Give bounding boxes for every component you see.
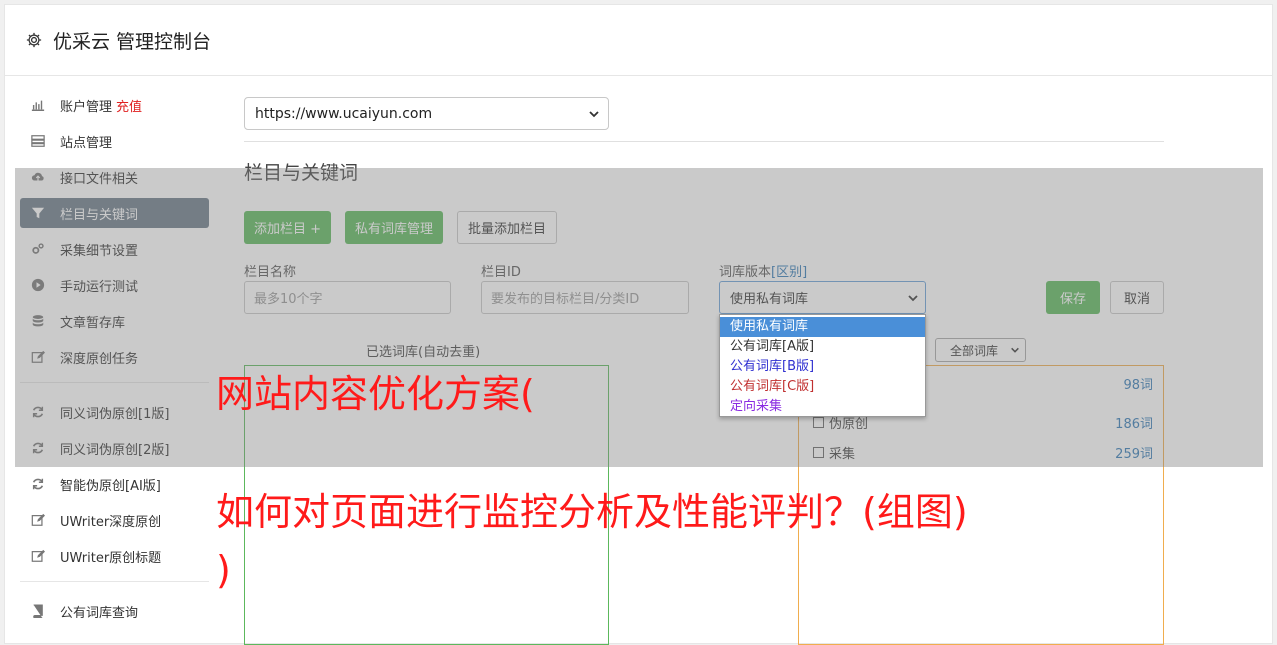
play-icon (30, 277, 46, 293)
overlay-headline-1: 网站内容优化方案( (216, 372, 535, 416)
sidebar-item-label: 手动运行测试 (60, 279, 139, 295)
chevron-down-icon (1011, 347, 1019, 353)
sidebar-item-sites[interactable]: 站点管理 (20, 126, 209, 156)
sidebar-item-label: 同义词伪原创[1版] (60, 406, 170, 422)
sidebar-item-ai-rewrite[interactable]: 智能伪原创[AI版] (20, 469, 209, 499)
word-count: 259词 (1115, 447, 1153, 462)
sidebar-item-manual-run[interactable]: 手动运行测试 (20, 270, 209, 300)
divider (244, 141, 1164, 142)
sidebar-item-label: 公有词库查询 (60, 605, 139, 621)
save-button[interactable]: 保存 (1046, 281, 1100, 314)
edit-icon (30, 512, 46, 528)
lib-diff-link[interactable]: [区别] (771, 265, 807, 280)
page-title: 优采云 管理控制台 (53, 30, 212, 53)
sidebar-item-label: 接口文件相关 (60, 171, 139, 187)
checkbox[interactable] (813, 417, 824, 428)
refresh-icon (30, 476, 46, 492)
private-lib-button[interactable]: 私有词库管理 (345, 211, 444, 244)
batch-add-button[interactable]: 批量添加栏目 (457, 211, 558, 244)
column-name-input[interactable]: 最多10个字 (244, 281, 451, 314)
edit-icon (30, 548, 46, 564)
sidebar-item-label: 账户管理 (60, 99, 113, 115)
chevron-down-icon (589, 110, 599, 117)
edit-icon (30, 349, 46, 365)
add-column-button[interactable]: 添加栏目 + (244, 211, 332, 244)
site-select-value: https://www.ucaiyun.com (255, 105, 433, 122)
column-id-label: 栏目ID (481, 265, 521, 280)
column-name-label: 栏目名称 (244, 265, 297, 280)
overlay-headline-2: 如何对页面进行监控分析及性能评判？(组图) (216, 490, 968, 534)
sidebar-item-label: 采集细节设置 (60, 243, 139, 259)
sidebar-item-deep-original[interactable]: 深度原创任务 (20, 342, 209, 372)
gear-icon (26, 32, 42, 48)
cloud-upload-icon (30, 169, 46, 185)
lib-version-label: 词库版本[区别] (719, 265, 808, 280)
dropdown-option-private[interactable]: 使用私有词库 (720, 317, 925, 337)
sidebar-item-uwriter-title[interactable]: UWriter原创标题 (20, 541, 209, 571)
main-content: https://www.ucaiyun.com 栏目与关键词 添加栏目 + 私有… (244, 97, 1164, 321)
site-select[interactable]: https://www.ucaiyun.com (244, 97, 609, 130)
word-count: 98词 (1123, 377, 1153, 393)
sidebar-item-interface[interactable]: 接口文件相关 (20, 162, 209, 192)
sidebar-divider (20, 382, 209, 383)
column-form: 栏目名称 最多10个字 栏目ID 要发布的目标栏目/分类ID 词库版本[区别] … (244, 261, 1164, 321)
all-lib-select[interactable]: 全部词库 (935, 338, 1026, 362)
sidebar-item-account[interactable]: 账户管理 充值 (20, 90, 209, 120)
section-title: 栏目与关键词 (244, 162, 359, 184)
sidebar-item-label: 栏目与关键词 (60, 207, 139, 223)
sidebar-item-synonym-v2[interactable]: 同义词伪原创[2版] (20, 433, 209, 463)
sidebar-divider (20, 581, 209, 582)
sidebar-item-label: 同义词伪原创[2版] (60, 442, 170, 458)
sidebar-item-label: UWriter原创标题 (60, 550, 162, 566)
sidebar: 账户管理 充值 站点管理 接口文件相关 栏目与关键词 采集细节设置 手动运行测试… (20, 90, 209, 632)
database-icon (30, 313, 46, 329)
server-icon (30, 133, 46, 149)
book-icon (30, 603, 46, 619)
lib-version-select[interactable]: 使用私有词库 (719, 281, 926, 314)
sidebar-item-public-lib[interactable]: 公有词库查询 (20, 596, 209, 626)
checkbox[interactable] (813, 447, 824, 458)
overlay-headline-3: ) (216, 548, 231, 592)
gears-icon (30, 241, 46, 257)
toolbar: 添加栏目 + 私有词库管理 批量添加栏目 (244, 211, 1164, 244)
recharge-link[interactable]: 充值 (116, 96, 142, 115)
all-lib-value: 全部词库 (950, 343, 999, 358)
sidebar-item-uwriter-deep[interactable]: UWriter深度原创 (20, 505, 209, 535)
sidebar-item-synonym-v1[interactable]: 同义词伪原创[1版] (20, 397, 209, 427)
word-count: 186词 (1115, 417, 1153, 432)
bar-chart-icon (30, 97, 46, 113)
chevron-down-icon (908, 294, 918, 301)
dropdown-option-public-a[interactable]: 公有词库[A版] (720, 337, 925, 357)
selected-lib-title: 已选词库(自动去重) (366, 345, 481, 360)
lib-version-dropdown: 使用私有词库 公有词库[A版] 公有词库[B版] 公有词库[C版] 定向采集 (719, 314, 926, 417)
sidebar-item-collect-settings[interactable]: 采集细节设置 (20, 234, 209, 264)
refresh-icon (30, 404, 46, 420)
refresh-icon (30, 440, 46, 456)
header: 优采云 管理控制台 (5, 5, 1272, 76)
sidebar-item-label: 站点管理 (60, 135, 113, 151)
sidebar-item-label: UWriter深度原创 (60, 514, 162, 530)
list-item[interactable]: 采集 259词 (813, 443, 1153, 462)
lib-version-value: 使用私有词库 (730, 292, 809, 307)
sidebar-item-label: 智能伪原创[AI版] (60, 478, 161, 494)
cancel-button[interactable]: 取消 (1110, 281, 1164, 314)
sidebar-item-label: 文章暂存库 (60, 315, 126, 331)
sidebar-item-article-store[interactable]: 文章暂存库 (20, 306, 209, 336)
dropdown-option-directed[interactable]: 定向采集 (720, 397, 925, 417)
sidebar-item-columns[interactable]: 栏目与关键词 (20, 198, 209, 228)
dropdown-option-public-b[interactable]: 公有词库[B版] (720, 357, 925, 377)
dropdown-option-public-c[interactable]: 公有词库[C版] (720, 377, 925, 397)
filter-icon (30, 205, 46, 221)
column-id-input[interactable]: 要发布的目标栏目/分类ID (481, 281, 689, 314)
sidebar-item-label: 深度原创任务 (60, 351, 139, 367)
